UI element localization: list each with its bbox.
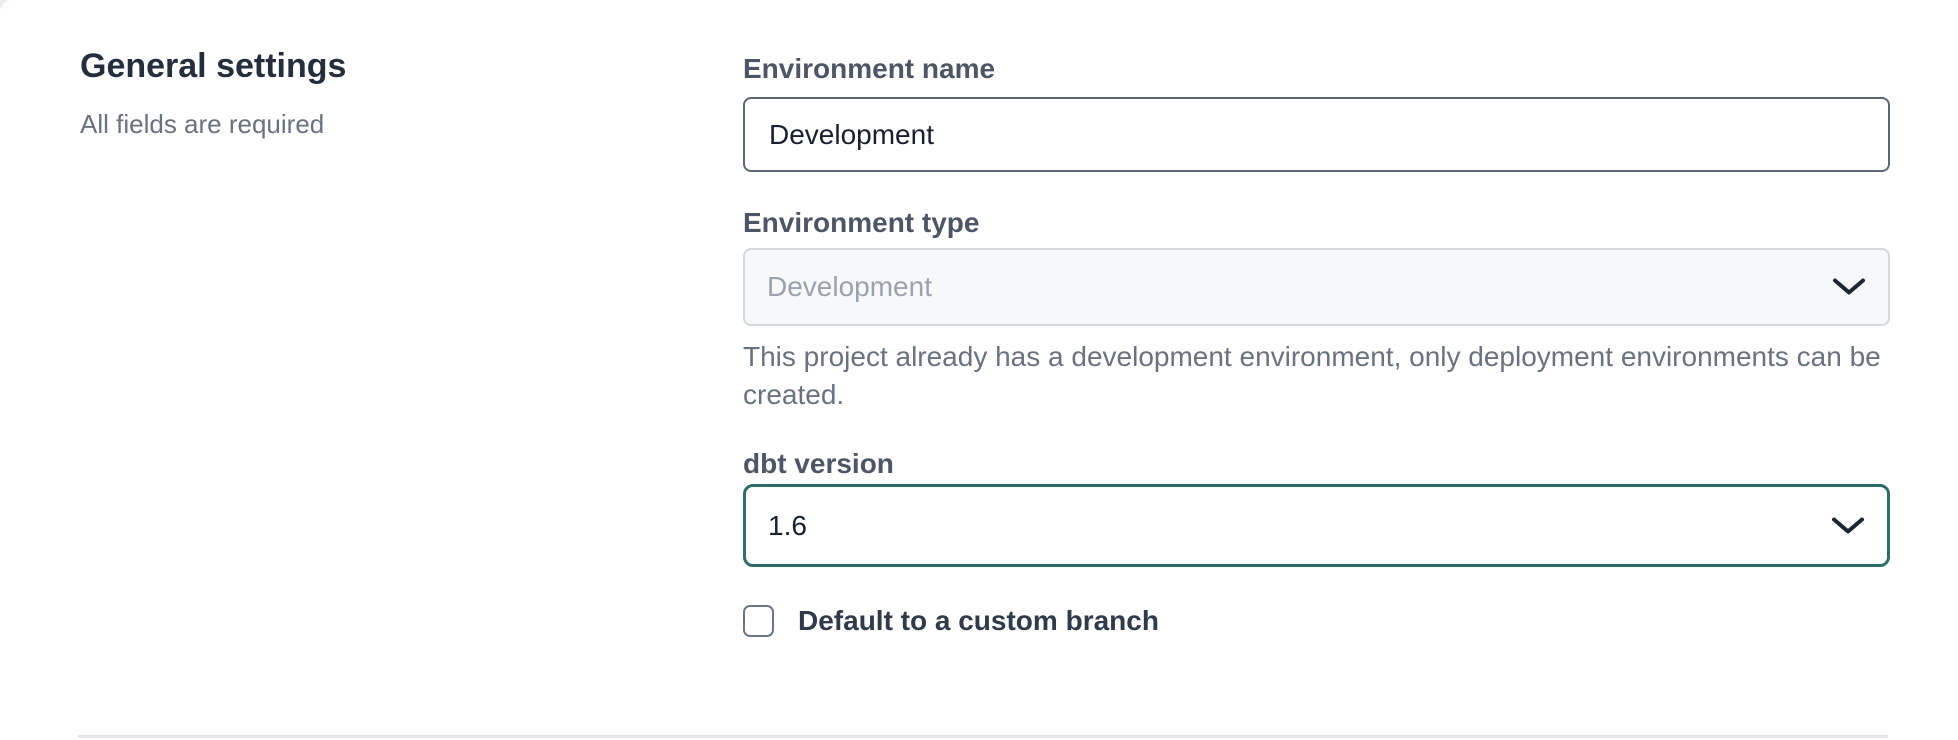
chevron-down-icon [1832, 277, 1866, 297]
dbt-version-label: dbt version [743, 449, 1890, 479]
environment-name-label: Environment name [743, 54, 1890, 84]
page-title: General settings [80, 49, 743, 83]
field-dbt-version: dbt version 1.6 [743, 449, 1890, 567]
environment-type-select: Development [743, 248, 1890, 326]
environment-name-input[interactable] [743, 97, 1890, 172]
chevron-down-icon [1831, 516, 1865, 536]
section-divider [78, 735, 1888, 738]
general-settings-card: General settings All fields are required… [0, 0, 1958, 740]
general-settings-content: General settings All fields are required… [0, 0, 1958, 637]
dbt-version-select[interactable]: 1.6 [743, 484, 1890, 567]
field-environment-name: Environment name [743, 54, 1890, 172]
environment-type-helper: This project already has a development e… [743, 338, 1890, 414]
environment-type-label: Environment type [743, 208, 1890, 238]
section-intro: General settings All fields are required [80, 54, 743, 637]
page-subtitle: All fields are required [80, 109, 743, 139]
custom-branch-label[interactable]: Default to a custom branch [798, 605, 1159, 637]
field-environment-type: Environment type Development This projec… [743, 208, 1890, 414]
general-settings-form: Environment name Environment type Develo… [743, 54, 1890, 637]
environment-type-value: Development [767, 271, 932, 303]
custom-branch-checkbox[interactable] [743, 605, 774, 637]
custom-branch-row: Default to a custom branch [743, 605, 1890, 637]
dbt-version-value: 1.6 [768, 510, 807, 542]
